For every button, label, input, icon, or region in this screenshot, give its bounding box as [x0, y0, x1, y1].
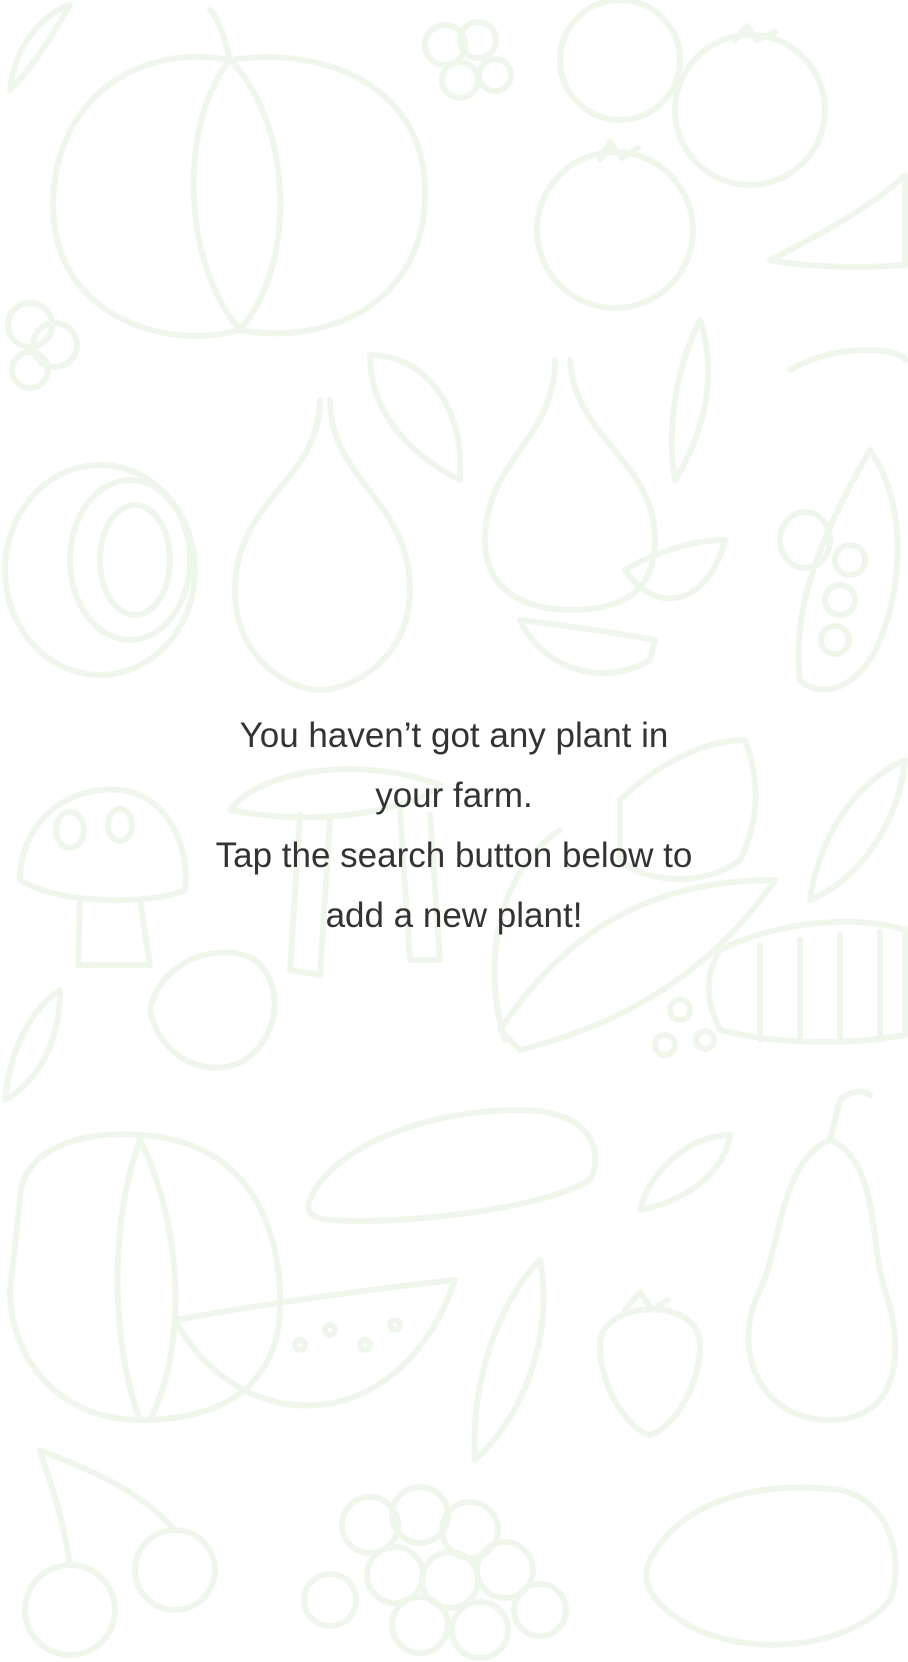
- my-farm-screen: You haven’t got any plant in your farm. …: [0, 0, 908, 1662]
- cucumber-icon: [305, 1107, 599, 1224]
- empty-message-line-4: add a new plant!: [325, 896, 583, 935]
- watermelon-icon: [7, 1131, 458, 1423]
- broccoli-icon: [5, 300, 80, 391]
- raspberry-icon: [422, 19, 514, 101]
- pear-icon: [745, 1088, 899, 1423]
- onion-icon: [232, 397, 413, 693]
- leaf-icon: [471, 1257, 547, 1463]
- empty-farm-message: You haven’t got any plant in your farm. …: [0, 706, 908, 946]
- leaf-icon: [7, 2, 73, 93]
- pumpkin-icon: [50, 7, 429, 339]
- mushroom-icon: [147, 949, 278, 1071]
- empty-message-line-3: Tap the search button below to: [215, 836, 693, 875]
- pea-pod-icon: [777, 347, 908, 693]
- empty-message-line-2: your farm.: [375, 776, 533, 815]
- leaf-icon: [367, 317, 712, 483]
- strawberry-icon: [597, 1289, 703, 1438]
- onion-slice-icon: [2, 462, 198, 678]
- cherry-icon: [22, 1447, 218, 1658]
- empty-message-line-1: You haven’t got any plant in: [239, 716, 669, 755]
- garlic-icon: [482, 357, 728, 677]
- lemon-icon: [643, 1484, 899, 1648]
- grapes-icon: [301, 1484, 569, 1661]
- carrot-icon: [767, 172, 908, 270]
